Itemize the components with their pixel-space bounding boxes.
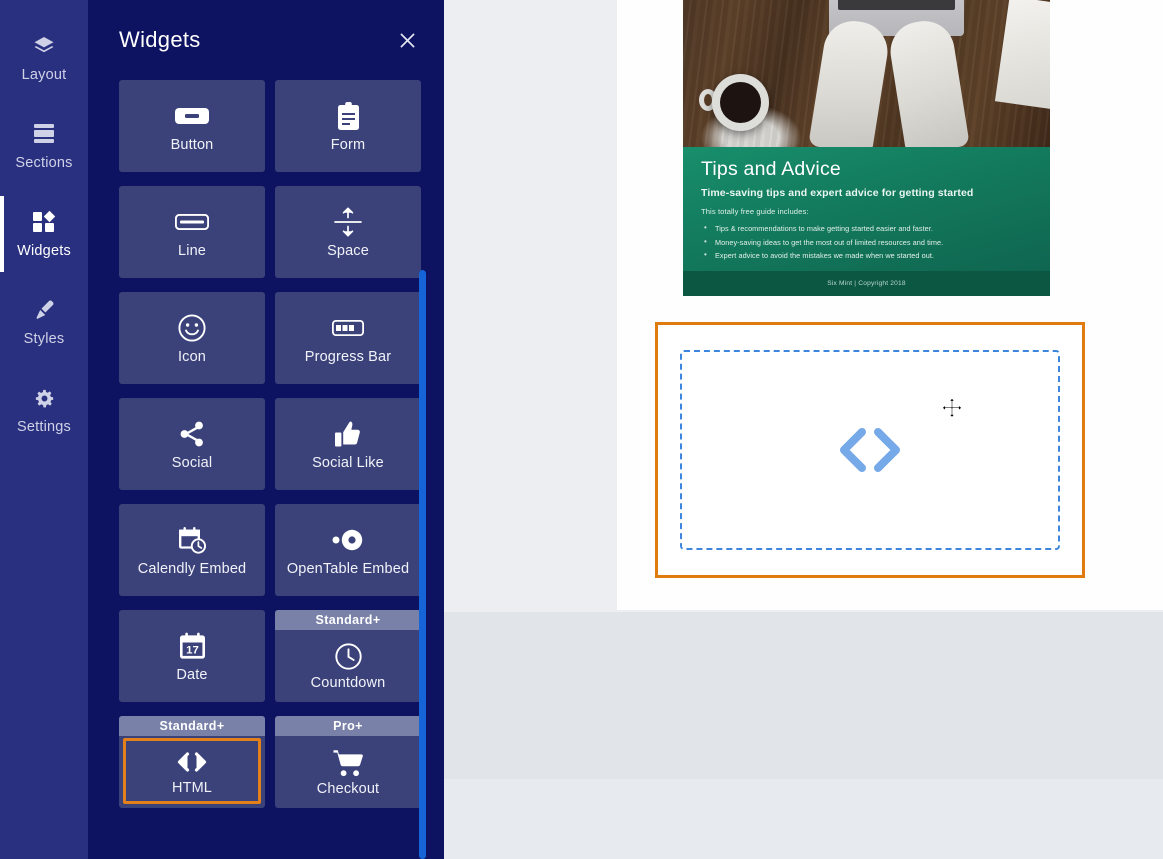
space-icon [333,205,363,239]
widget-tile-icon[interactable]: Icon [119,292,265,384]
widget-label: Checkout [316,780,380,797]
hero-card[interactable]: Tips and Advice Time-saving tips and exp… [683,0,1050,296]
sidebar-item-label: Sections [15,155,73,172]
dropzone-dashed-area[interactable] [680,350,1060,550]
widget-tile-button[interactable]: Button [119,80,265,172]
clipboard-icon [337,99,360,133]
clock-icon [334,642,362,672]
sidebar-item-label: Styles [23,331,65,348]
button-icon [175,99,209,133]
html-widget-dropzone[interactable] [655,322,1085,578]
widget-tile-social-like[interactable]: Social Like [275,398,421,490]
calendar-17-icon: 17 [179,629,206,663]
widget-tile-checkout[interactable]: Pro+ Checkout [275,716,421,808]
gear-icon [33,385,56,411]
widget-grid: Button Form Line Space Icon Progress Bar… [88,80,444,808]
canvas-bottom-band [444,779,1163,859]
widget-tile-progress-bar[interactable]: Progress Bar [275,292,421,384]
tier-badge: Standard+ [119,716,265,736]
widget-tile-opentable-embed[interactable]: OpenTable Embed [275,504,421,596]
hero-bullet: Money-saving ideas to get the most out o… [701,237,1032,247]
cart-icon [333,748,363,778]
sidebar-item-styles[interactable]: Styles [0,278,88,366]
widget-tile-body: Checkout [275,736,421,808]
widget-label: HTML [171,779,213,796]
hero-footer-text: Six Mint | Copyright 2018 [827,280,906,287]
widget-label: Form [330,137,366,154]
tier-badge: Pro+ [275,716,421,736]
smiley-icon [178,311,206,345]
widgets-panel: Widgets Button Form Line Space Icon Prog… [88,0,444,859]
sidebar-item-settings[interactable]: Settings [0,366,88,454]
hero-subheading: Time-saving tips and expert advice for g… [701,187,974,200]
canvas-area: Tips and Advice Time-saving tips and exp… [444,0,1163,859]
page-title: Widgets [119,27,201,52]
canvas-lower-band [444,612,1163,779]
widget-tile-html[interactable]: Standard+ HTML [119,716,265,808]
widget-label: Social Like [312,455,384,472]
brush-icon [32,297,56,323]
svg-text:17: 17 [186,645,199,657]
widget-tile-form[interactable]: Form [275,80,421,172]
widget-label: Icon [177,349,206,366]
hero-lead-text: This totally free guide includes: [701,207,809,217]
close-icon[interactable] [394,27,420,53]
panel-scrollbar[interactable] [419,270,426,859]
share-icon [178,417,206,451]
sidebar-item-sections[interactable]: Sections [0,102,88,190]
hero-bullet: Tips & recommendations to make getting s… [701,223,1032,233]
code-icon [835,425,905,475]
sidebar-item-widgets[interactable]: Widgets [0,190,88,278]
thumbs-up-icon [334,417,362,451]
widget-label: Calendly Embed [137,561,247,578]
widget-tile-body: HTML [123,738,261,804]
tier-badge: Standard+ [275,610,421,630]
widget-label: OpenTable Embed [286,561,410,578]
panel-header: Widgets [88,0,444,80]
layers-icon [32,33,56,59]
sidebar-item-label: Layout [21,67,67,84]
hero-photo [683,0,1050,156]
app-root: Layout Sections Widgets Styles Settings … [0,0,1163,859]
sections-icon [32,121,56,147]
widget-tile-date[interactable]: 17 Date [119,610,265,702]
coffee-cup-graphic [712,74,769,131]
calendar-clock-icon [178,523,207,557]
hero-body: Tips and Advice Time-saving tips and exp… [683,147,1050,271]
widget-tile-calendly-embed[interactable]: Calendly Embed [119,504,265,596]
widget-label: Social [171,455,213,472]
sidebar-item-layout[interactable]: Layout [0,14,88,102]
sidebar-item-label: Widgets [17,243,71,260]
widget-tile-social[interactable]: Social [119,398,265,490]
hero-heading: Tips and Advice [701,158,841,180]
left-nav-rail: Layout Sections Widgets Styles Settings [0,0,88,859]
code-icon [174,747,210,777]
widget-label: Countdown [310,674,386,691]
widget-tile-body: Countdown [275,630,421,702]
widget-label: Progress Bar [304,349,392,366]
widget-label: Button [170,137,214,154]
line-icon [175,205,209,239]
hero-bullet: Expert advice to avoid the mistakes we m… [701,250,1032,260]
widget-tile-line[interactable]: Line [119,186,265,278]
widgets-icon [32,209,57,235]
sidebar-item-label: Settings [17,419,71,436]
widget-label: Space [327,243,369,260]
widget-tile-space[interactable]: Space [275,186,421,278]
widget-tile-countdown[interactable]: Standard+ Countdown [275,610,421,702]
progress-icon [332,311,364,345]
widget-label: Line [177,243,206,260]
hero-footer: Six Mint | Copyright 2018 [683,271,1050,296]
widget-label: Date [176,667,208,684]
canvas-left-gutter [444,0,617,612]
opentable-icon [331,523,365,557]
